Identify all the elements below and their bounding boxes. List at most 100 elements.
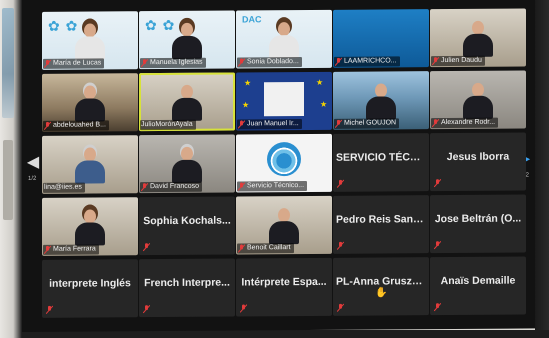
participant-video [172,84,202,121]
participant-name: PL-Anna Gruszc... [336,275,427,288]
video-tile[interactable]: Pedro Reis Santos [333,195,429,254]
mic-muted-icon [240,304,247,313]
participant-name: Benoit Caillart [247,244,291,252]
participant-video [75,85,105,122]
mic-muted-icon [141,59,148,68]
participant-video [366,83,396,120]
participant-name-tag: María Ferrara [43,244,99,255]
video-tile[interactable]: ✿ ✿ ✿ María de Lucas [42,11,138,70]
video-meeting-window: ◀ 1/2 ▶ 1/2 ✿ ✿ ✿ María de Lucas ✿ ✿ ✿ M… [22,0,535,333]
participant-name-tag: Sonia Doblado... [237,57,302,68]
video-tile[interactable]: PL-Anna Gruszc... ✋ [333,257,429,316]
mic-muted-icon [143,243,150,252]
participant-name-tag: Servicio Técnico... [237,181,308,192]
participant-name: SERVICIO TÉCN... [336,151,427,164]
mic-muted-icon [238,58,245,67]
participant-name-tag: Benoit Caillart [237,243,294,254]
participant-name: David Francoso [150,182,200,191]
participant-name: Anaïs Demaille [440,274,516,288]
mic-muted-icon [337,241,344,250]
video-tile[interactable]: Alexandre Rodr... [430,70,526,130]
video-tile[interactable]: Servicio Técnico... [236,133,332,193]
participant-name: Michel GOUJON [344,119,397,127]
mic-muted-icon [46,305,53,314]
video-tile[interactable]: ★ ★ ★ ★ Juan Manuel Ir... [236,71,332,131]
mic-muted-icon [238,120,245,129]
participant-video [75,209,105,246]
participant-name: Servicio Técnico... [247,182,305,190]
photo-background-left [0,0,22,338]
mic-muted-icon [335,119,342,128]
video-tile[interactable]: María Ferrara [42,197,138,256]
logo-graphic [264,82,304,117]
monitor-bezel-right [535,0,549,338]
video-tile[interactable]: David Francoso [139,134,235,194]
participant-name-tag: JulioMorónAyala [140,119,196,131]
mic-muted-icon [44,245,51,254]
video-tile[interactable]: ✿ ✿ ✿ Manuela Iglesias [139,10,235,70]
video-tile[interactable]: DAC Sonia Doblado... [236,9,332,69]
participant-name-tag: LAAMRICHCO... [334,56,400,67]
video-tile[interactable]: SERVICIO TÉCN... [333,133,429,192]
participant-video [172,22,202,59]
video-tile-active-speaker[interactable]: JulioMorónAyala [139,72,235,132]
mic-muted-icon [432,119,439,128]
video-tile[interactable]: lina@iies.es [42,135,138,194]
participant-video [75,147,105,184]
participant-name: Pedro Reis Santos [336,213,429,226]
participant-video [269,208,299,245]
participant-name: Juan Manuel Ir... [247,120,299,128]
participant-video [172,146,202,183]
video-tile[interactable]: interprete Inglés [42,259,138,318]
video-tile[interactable]: Benoit Caillart [236,195,332,255]
video-tile[interactable]: Michel GOUJON [333,71,429,130]
mic-muted-icon [143,305,150,314]
mic-muted-icon [141,183,148,192]
participant-name: María de Lucas [53,59,102,67]
mic-muted-icon [432,57,439,66]
video-tile[interactable]: Jose Beltrán (O... [430,194,526,254]
mic-muted-icon [44,59,51,68]
participant-name: Manuela Iglesias [150,58,203,67]
participant-name: LAAMRICHCO... [344,57,397,65]
participant-name-tag: Julien Daudu [431,55,485,67]
video-tile[interactable]: Sophia Kochals... [139,196,235,256]
participant-name-tag: Michel GOUJON [334,118,400,129]
participant-name: Jose Beltrán (O... [434,212,522,226]
mic-muted-icon [434,179,441,188]
video-tile[interactable]: LAAMRICHCO... [333,9,429,68]
video-tile[interactable]: abdelouahed B... [42,73,138,132]
video-gallery: ✿ ✿ ✿ María de Lucas ✿ ✿ ✿ Manuela Igles… [36,5,526,326]
participant-name-tag: María de Lucas [43,58,105,69]
mic-muted-icon [337,303,344,312]
participant-video [463,82,493,119]
participant-video [463,20,493,57]
participant-name-tag: Manuela Iglesias [140,57,206,69]
background-object [3,140,13,220]
participant-name: lina@iies.es [44,183,82,191]
mic-muted-icon [337,179,344,188]
participant-video [269,22,299,59]
video-tile[interactable]: Intérprete Espa... [236,257,332,317]
mic-muted-icon [434,241,441,250]
video-tile[interactable]: French Interpre... [139,258,235,318]
background-object [2,8,14,118]
participant-name-tag: abdelouahed B... [43,120,109,131]
participant-video [75,23,105,60]
participant-name: María Ferrara [53,245,96,253]
logo-graphic [267,142,301,177]
raised-hand-icon: ✋ [375,287,388,299]
participant-name: abdelouahed B... [53,121,106,129]
participant-name-tag: Juan Manuel Ir... [237,119,302,130]
participant-name-tag: lina@iies.es [43,182,85,193]
video-tile[interactable]: Jesus Iborra [430,132,526,192]
video-tile[interactable]: Julien Daudu [430,8,526,68]
mic-muted-icon [238,182,245,191]
participant-name: French Interpre... [144,276,230,290]
participant-name: Alexandre Rodr... [441,118,496,127]
participant-name: interprete Inglés [49,277,131,290]
video-tile[interactable]: Anaïs Demaille [430,256,526,316]
participant-name: Intérprete Espa... [241,275,327,289]
participant-name: JulioMorónAyala [141,120,193,129]
logo-text: DAC [242,14,262,25]
